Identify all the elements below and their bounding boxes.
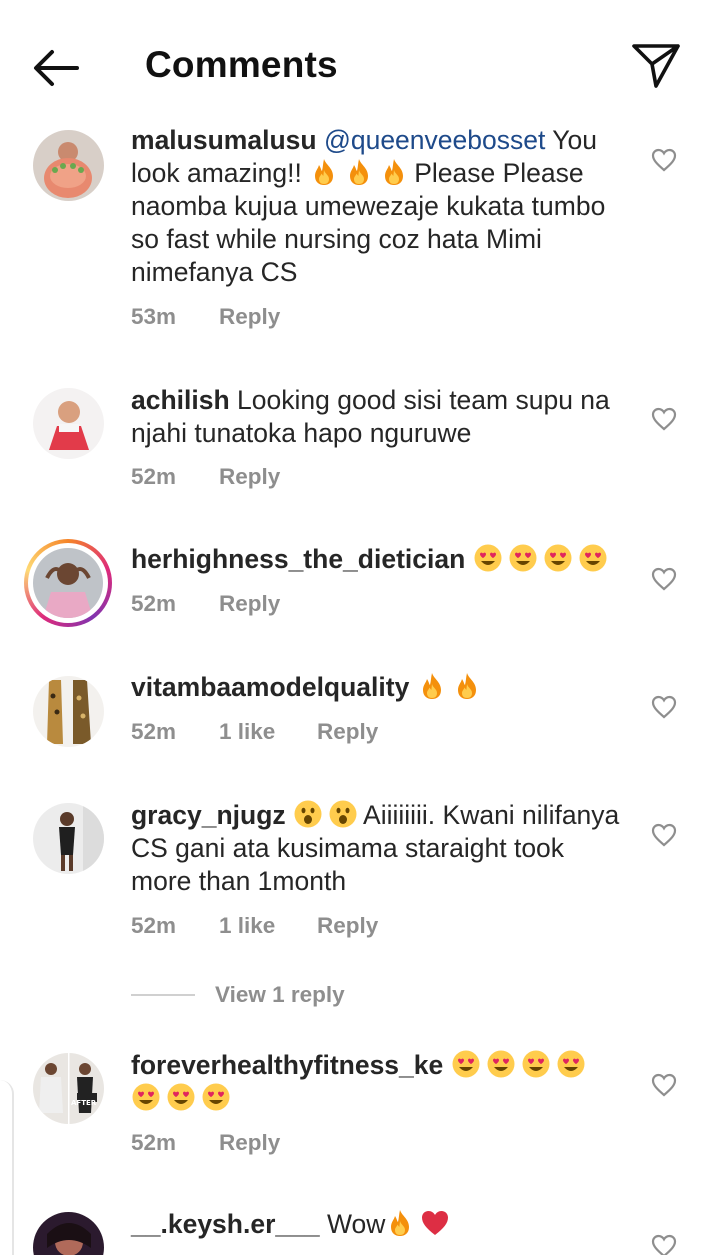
comment-username[interactable]: foreverhealthyfitness_ke xyxy=(131,1050,443,1080)
header-bar: Comments xyxy=(0,0,720,120)
comment-time: 52m xyxy=(131,591,177,616)
avatar-photo xyxy=(33,548,103,618)
fire-icon xyxy=(417,671,447,701)
heart-icon xyxy=(651,1073,677,1097)
divider-line xyxy=(131,994,195,996)
heart-icon xyxy=(651,148,677,172)
comment-meta: 52m 1 like Reply xyxy=(131,913,378,939)
back-button[interactable] xyxy=(30,46,82,90)
heart-icon xyxy=(651,695,677,719)
avatar-photo xyxy=(33,1053,104,1124)
comment-meta: 52m Reply xyxy=(131,464,280,490)
comment-username[interactable]: herhighness_the_dietician xyxy=(131,544,465,574)
avatar-photo xyxy=(33,388,104,459)
comment-meta: 52m 1 like Reply xyxy=(131,719,378,745)
comment-meta: 52m Reply xyxy=(131,591,280,617)
avatar-photo xyxy=(33,803,104,874)
heart-eyes-icon xyxy=(201,1082,231,1112)
avatar[interactable] xyxy=(33,676,104,747)
avatar[interactable] xyxy=(33,1212,104,1255)
red-heart-icon xyxy=(420,1208,450,1238)
comment-username[interactable]: malusumalusu xyxy=(131,125,317,155)
comment-meta: 53m Reply xyxy=(131,304,280,330)
page-title: Comments xyxy=(145,44,338,85)
like-button[interactable] xyxy=(651,695,677,719)
edge-panel-handle[interactable] xyxy=(0,1080,14,1255)
fire-icon xyxy=(385,1208,415,1238)
heart-eyes-icon xyxy=(486,1049,516,1079)
fire-icon xyxy=(309,157,339,187)
comment-body: herhighness_the_dietician xyxy=(131,543,621,576)
avatar[interactable] xyxy=(33,388,104,459)
heart-eyes-icon xyxy=(473,543,503,573)
avatar-photo xyxy=(33,1212,104,1255)
comment-body: gracy_njugz Aiiiiiiii. Kwani nilifanya C… xyxy=(131,799,621,898)
comment-username[interactable]: __.keysh.er___ xyxy=(131,1209,320,1239)
reply-button[interactable]: Reply xyxy=(317,719,378,745)
comment-time: 52m xyxy=(131,913,177,938)
avatar[interactable] xyxy=(33,803,104,874)
heart-eyes-icon xyxy=(543,543,573,573)
fire-icon xyxy=(452,671,482,701)
comment-body: achilish Looking good sisi team supu na … xyxy=(131,384,621,450)
avatar-photo xyxy=(33,676,104,747)
heart-eyes-icon xyxy=(556,1049,586,1079)
heart-eyes-icon xyxy=(578,543,608,573)
reply-button[interactable]: Reply xyxy=(219,591,280,617)
heart-icon xyxy=(651,567,677,591)
like-button[interactable] xyxy=(651,1073,677,1097)
heart-icon xyxy=(651,823,677,847)
heart-eyes-icon xyxy=(521,1049,551,1079)
heart-eyes-icon xyxy=(131,1082,161,1112)
comment-mention[interactable]: @queenveebosset xyxy=(324,125,545,155)
avatar[interactable] xyxy=(33,130,104,201)
share-button[interactable] xyxy=(630,40,682,90)
like-button[interactable] xyxy=(651,407,677,431)
heart-icon xyxy=(651,1234,677,1255)
comment-username[interactable]: achilish xyxy=(131,385,230,415)
view-replies-label: View 1 reply xyxy=(215,982,345,1007)
comment-username[interactable]: gracy_njugz xyxy=(131,800,286,830)
comment-username[interactable]: vitambaamodelquality xyxy=(131,672,409,702)
reply-button[interactable]: Reply xyxy=(219,304,280,330)
heart-icon xyxy=(651,407,677,431)
avatar[interactable]: AFTER xyxy=(33,1053,104,1124)
reply-button[interactable]: Reply xyxy=(317,913,378,939)
comment-time: 52m xyxy=(131,1130,177,1155)
likes-count[interactable]: 1 like xyxy=(219,913,317,939)
reply-button[interactable]: Reply xyxy=(219,464,280,490)
comment-time: 52m xyxy=(131,719,177,744)
likes-count[interactable]: 1 like xyxy=(219,719,317,745)
arrow-left-icon xyxy=(34,50,79,86)
fire-icon xyxy=(379,157,409,187)
astonished-face-icon xyxy=(328,799,358,829)
comment-body: foreverhealthyfitness_ke xyxy=(131,1049,621,1115)
like-button[interactable] xyxy=(651,567,677,591)
heart-eyes-icon xyxy=(166,1082,196,1112)
comment-time: 53m xyxy=(131,304,177,329)
reply-button[interactable]: Reply xyxy=(219,1130,280,1156)
comment-body: vitambaamodelquality xyxy=(131,671,621,704)
story-ring[interactable] xyxy=(24,539,112,627)
comment-meta: 52m Reply xyxy=(131,1130,280,1156)
comment-body: malusumalusu @queenveebosset You look am… xyxy=(131,124,621,289)
comment-body: __.keysh.er___ Wow xyxy=(131,1208,621,1241)
fire-icon xyxy=(344,157,374,187)
avatar-after-label: AFTER xyxy=(71,1099,97,1107)
like-button[interactable] xyxy=(651,148,677,172)
comment-time: 52m xyxy=(131,464,177,489)
heart-eyes-icon xyxy=(508,543,538,573)
astonished-face-icon xyxy=(293,799,323,829)
view-replies-button[interactable]: View 1 reply xyxy=(131,980,345,1010)
avatar[interactable] xyxy=(33,548,103,618)
avatar-photo xyxy=(33,130,104,201)
comment-text: Wow xyxy=(319,1209,386,1239)
heart-eyes-icon xyxy=(451,1049,481,1079)
like-button[interactable] xyxy=(651,1234,677,1255)
paper-plane-icon xyxy=(632,44,680,88)
like-button[interactable] xyxy=(651,823,677,847)
